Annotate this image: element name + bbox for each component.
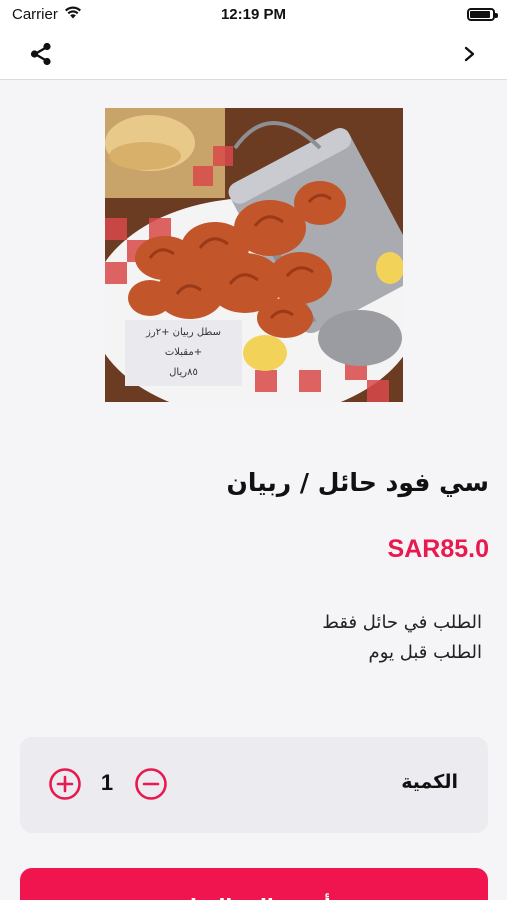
description-line: الطلب في حائل فقط — [322, 612, 482, 633]
plus-circle-icon — [49, 768, 81, 800]
product-description: الطلب في حائل فقط الطلب قبل يوم — [82, 608, 482, 668]
product-image: سطل ربيان +٢رز +مقبلات ٨٥ريال — [105, 108, 403, 402]
quantity-card: الكمية 1 — [20, 737, 488, 833]
product-price: SAR85.0 — [387, 535, 489, 563]
image-caption: سطل ربيان +٢رز +مقبلات ٨٥ريال — [125, 320, 242, 386]
quantity-label: الكمية — [401, 771, 458, 793]
image-caption-line: +مقبلات — [164, 347, 203, 358]
image-caption-line: ٨٥ريال — [169, 367, 198, 378]
chevron-right-icon — [464, 46, 475, 61]
image-caption-line: سطل ربيان +٢رز — [146, 327, 221, 338]
nav-bar — [0, 28, 507, 80]
carrier-label: Carrier — [12, 5, 58, 23]
minus-circle-icon — [135, 768, 167, 800]
decrease-quantity-button[interactable] — [134, 767, 168, 801]
add-to-cart-button[interactable]: أضف إلى السلة — [20, 868, 488, 900]
share-button[interactable] — [26, 39, 56, 69]
battery-icon — [467, 7, 498, 21]
description-line: الطلب قبل يوم — [368, 642, 482, 663]
share-icon — [30, 42, 51, 65]
carrier-info: Carrier — [12, 5, 82, 23]
increase-quantity-button[interactable] — [48, 767, 82, 801]
forward-button[interactable] — [455, 39, 485, 69]
battery-level — [470, 10, 490, 18]
wifi-icon — [64, 5, 82, 23]
status-bar: Carrier 12:19 PM — [0, 0, 507, 28]
product-title: سي فود حائل / ربيان — [226, 468, 489, 497]
quantity-value: 1 — [100, 770, 114, 795]
